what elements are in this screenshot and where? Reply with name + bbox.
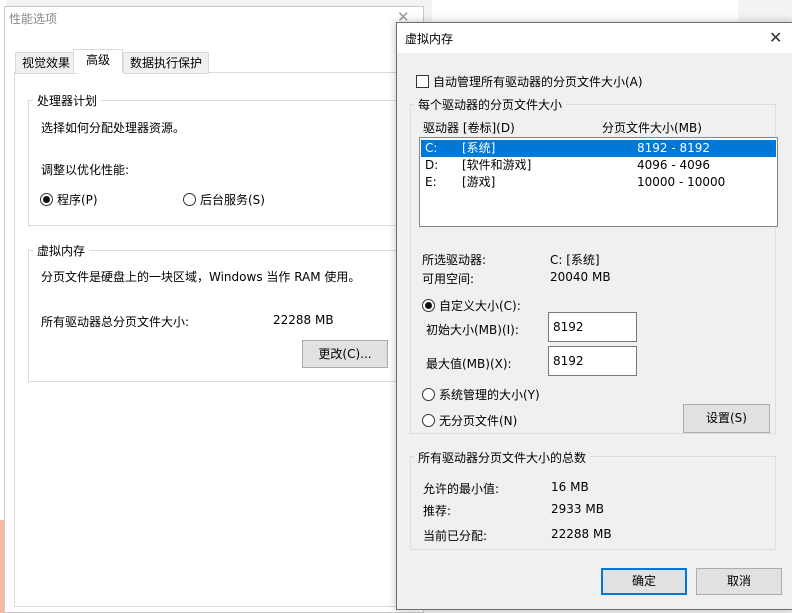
minimum-allowed-value: 16 MB — [551, 480, 589, 494]
free-space-value: 20040 MB — [550, 270, 611, 284]
drive-paging-size: 4096 - 4096 — [637, 158, 711, 172]
list-item[interactable]: C: [系统] 8192 - 8192 — [421, 140, 776, 157]
recommended-label: 推荐: — [423, 504, 452, 518]
drive-paging-size: 10000 - 10000 — [637, 175, 726, 189]
drive-label: [系统] — [462, 141, 496, 155]
maximum-size-input[interactable] — [548, 346, 637, 376]
drive-letter: D: — [425, 158, 439, 172]
paging-size-column-header: 分页文件大小(MB) — [602, 121, 702, 135]
drive-label: [软件和游戏] — [462, 158, 532, 172]
currently-allocated-label: 当前已分配: — [423, 529, 488, 543]
performance-options-title: 性能选项 — [9, 12, 58, 26]
radio-selected-icon — [422, 299, 435, 312]
auto-manage-checkbox[interactable]: 自动管理所有驱动器的分页文件大小(A) — [416, 73, 643, 90]
ok-button[interactable]: 确定 — [601, 568, 687, 595]
initial-size-input[interactable] — [548, 312, 637, 342]
minimum-allowed-label: 允许的最小值: — [423, 482, 500, 496]
total-paging-size-value: 22288 MB — [273, 313, 334, 327]
close-icon[interactable]: ✕ — [769, 28, 782, 47]
processor-scheduling-description: 选择如何分配处理器资源。 — [41, 121, 186, 135]
dialog-title: 虚拟内存 — [405, 32, 454, 46]
system-managed-label: 系统管理的大小(Y) — [439, 388, 540, 402]
initial-size-label: 初始大小(MB)(I): — [426, 323, 519, 337]
custom-size-radio[interactable]: 自定义大小(C): — [422, 297, 521, 314]
currently-allocated-value: 22288 MB — [551, 527, 612, 541]
list-item[interactable]: E: [游戏] 10000 - 10000 — [421, 174, 776, 191]
virtual-memory-description: 分页文件是硬盘上的一块区域，Windows 当作 RAM 使用。 — [41, 270, 361, 284]
drive-letter: E: — [425, 175, 437, 189]
programs-radio-label: 程序(P) — [57, 193, 98, 207]
checkbox-unchecked-icon — [416, 75, 429, 88]
background-services-radio-label: 后台服务(S) — [200, 193, 265, 207]
drive-letter: C: — [425, 141, 438, 155]
list-item[interactable]: D: [软件和游戏] 4096 - 4096 — [421, 157, 776, 174]
drive-paging-size: 8192 - 8192 — [637, 141, 711, 155]
drive-column-header: 驱动器 [卷标](D) — [423, 121, 515, 135]
radio-unselected-icon — [183, 193, 196, 206]
tab-visual-effects[interactable]: 视觉效果 — [15, 52, 78, 74]
processor-scheduling-title: 处理器计划 — [33, 92, 102, 109]
no-paging-file-radio[interactable]: 无分页文件(N) — [422, 412, 517, 429]
tab-data-execution-prevention[interactable]: 数据执行保护 — [123, 52, 210, 74]
adjust-for-label: 调整以优化性能: — [41, 163, 130, 177]
tab-advanced[interactable]: 高级 — [73, 49, 123, 73]
selected-drive-label: 所选驱动器: — [422, 253, 487, 267]
background-services-radio[interactable]: 后台服务(S) — [183, 191, 265, 208]
total-paging-size-label: 所有驱动器总分页文件大小: — [41, 315, 190, 329]
radio-unselected-icon — [422, 414, 435, 427]
radio-unselected-icon — [422, 388, 435, 401]
total-paging-group-title: 所有驱动器分页文件大小的总数 — [414, 449, 591, 466]
set-button[interactable]: 设置(S) — [683, 404, 770, 433]
paging-per-drive-title: 每个驱动器的分页文件大小 — [414, 96, 567, 113]
selected-drive-value: C: [系统] — [550, 253, 600, 267]
maximum-size-label: 最大值(MB)(X): — [426, 357, 512, 371]
auto-manage-label: 自动管理所有驱动器的分页文件大小(A) — [433, 75, 643, 89]
change-button[interactable]: 更改(C)... — [302, 340, 388, 368]
drive-list[interactable]: C: [系统] 8192 - 8192 D: [软件和游戏] 4096 - 40… — [419, 137, 778, 227]
custom-size-label: 自定义大小(C): — [439, 299, 521, 313]
radio-selected-icon — [40, 193, 53, 206]
cancel-button[interactable]: 取消 — [696, 568, 782, 595]
free-space-label: 可用空间: — [422, 272, 475, 286]
dialog-titlebar — [397, 23, 792, 53]
programs-radio[interactable]: 程序(P) — [40, 191, 98, 208]
virtual-memory-group-title: 虚拟内存 — [33, 242, 90, 259]
no-paging-file-label: 无分页文件(N) — [439, 414, 518, 428]
drive-label: [游戏] — [462, 175, 496, 189]
system-managed-radio[interactable]: 系统管理的大小(Y) — [422, 386, 540, 403]
recommended-value: 2933 MB — [551, 502, 604, 516]
